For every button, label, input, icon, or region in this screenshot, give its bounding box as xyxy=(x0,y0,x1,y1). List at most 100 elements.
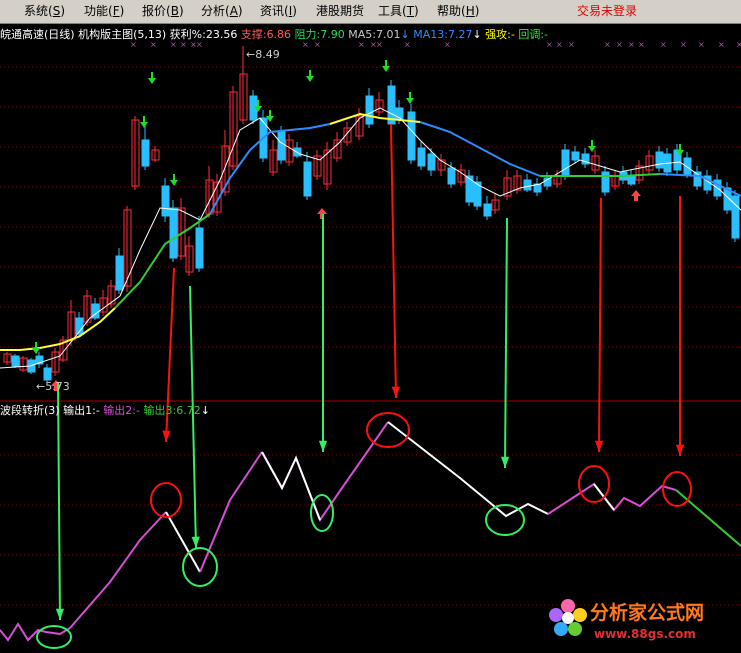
buy-signal-arrow-icon xyxy=(148,72,156,84)
kline-chart-canvas[interactable]: × × × × × × × × × × × × × × × × × × × × × × × × × xyxy=(0,24,741,653)
candle-body xyxy=(561,149,570,177)
x-marker: × xyxy=(604,40,611,49)
annotation-circle xyxy=(485,504,525,536)
annotation-arrowhead-icon xyxy=(391,386,400,398)
candle-body xyxy=(169,207,178,259)
candle-body xyxy=(571,151,580,161)
annotation-circle xyxy=(662,471,692,507)
sub-chart-header: 波段转折(3) 输出1:- 输出2:- 输出3:6.72↓ xyxy=(0,404,210,417)
x-marker: × xyxy=(170,40,177,49)
stock-title[interactable]: 皖通高速(日线) xyxy=(0,28,75,41)
out3-label: 输出3: xyxy=(143,404,177,417)
main-chart-header: 皖通高速(日线) 机构版主图(5,13) 获利%:23.56 支撑:6.86 阻… xyxy=(0,28,548,41)
menu-item-hk-futures[interactable]: 港股期货 xyxy=(316,4,364,19)
support-label: 支撑: xyxy=(240,28,267,41)
annotation-arrow-line xyxy=(390,123,397,399)
annotation-arrowhead-icon xyxy=(55,608,65,620)
x-marker: × xyxy=(404,40,411,49)
annotation-arrowhead-icon xyxy=(594,440,604,452)
flower-logo-icon xyxy=(549,599,587,636)
ma5-down-arrow-icon: ↓ xyxy=(400,28,410,41)
x-marker: × xyxy=(546,40,553,49)
annotation-arrow-line xyxy=(189,285,197,549)
x-marker: × xyxy=(444,40,451,49)
ma5-line xyxy=(0,107,741,369)
annotation-arrow-line xyxy=(57,381,61,621)
candle-body xyxy=(161,185,170,217)
out1-label: 输出1: xyxy=(63,404,96,417)
candle-body xyxy=(407,111,416,161)
sell-signal-arrow-icon xyxy=(631,190,641,201)
annotation-arrowhead-icon xyxy=(675,444,685,456)
buy-signal-arrow-icon xyxy=(406,92,414,104)
zigzag-up-1 xyxy=(69,511,167,629)
candle-body xyxy=(447,167,456,185)
profit-label: 获利%: xyxy=(169,28,206,41)
buy-signal-arrow-icon xyxy=(306,70,314,82)
menu-item-tools[interactable]: 工具(T) xyxy=(378,4,419,19)
watermark: 分析家公式网 www.88gs.com xyxy=(548,596,738,650)
x-marker: × xyxy=(698,40,705,49)
out1-value: - xyxy=(95,404,100,417)
candle-body xyxy=(115,255,124,291)
x-marker: × xyxy=(130,40,137,49)
candle-body xyxy=(365,95,374,125)
x-marker: × xyxy=(680,40,687,49)
x-marker: × xyxy=(736,40,741,49)
pullback-label: 回调: xyxy=(518,28,545,41)
x-marker: × xyxy=(628,40,635,49)
strong-attack-value: - xyxy=(510,28,515,41)
trade-login-status[interactable]: 交易未登录 xyxy=(577,4,637,19)
annotation-arrow-line xyxy=(504,217,508,469)
out2-label: 输出2: xyxy=(103,404,137,417)
candle-body xyxy=(417,147,426,167)
x-marker: × xyxy=(180,40,187,49)
candle-body xyxy=(43,367,52,381)
candle-body xyxy=(427,153,436,171)
menu-item-system[interactable]: 系统(S) xyxy=(24,4,65,19)
sub-indicator-name[interactable]: 波段转折(3) xyxy=(0,404,60,417)
annotation-arrowhead-icon xyxy=(191,536,200,548)
zigzag-up-3 xyxy=(547,482,677,515)
annotation-circle xyxy=(150,482,182,518)
out3-value: 6.72 xyxy=(176,404,201,417)
x-marker: × xyxy=(196,40,203,49)
low-price-label: ←5.73 xyxy=(36,380,70,393)
x-marker: × xyxy=(568,40,575,49)
x-marker: × xyxy=(616,40,623,49)
buy-signal-arrow-icon xyxy=(140,116,148,128)
support-value: 6.86 xyxy=(266,28,292,41)
zigzag-end xyxy=(675,489,741,547)
candle-body xyxy=(627,175,636,185)
x-marker: × xyxy=(376,40,383,49)
pullback-value: - xyxy=(544,28,549,41)
profit-value: 23.56 xyxy=(205,28,238,41)
ma5-value: 7.01 xyxy=(376,28,401,41)
annotation-arrowhead-icon xyxy=(318,440,328,452)
candle-body xyxy=(277,131,286,161)
annotation-arrow-line xyxy=(598,197,602,453)
menu-item-info[interactable]: 资讯(I) xyxy=(260,4,297,19)
menu-item-help[interactable]: 帮助(H) xyxy=(437,4,479,19)
candle-body xyxy=(195,227,204,269)
annotation-circle xyxy=(36,625,72,649)
chart-area[interactable]: × × × × × × × × × × × × × × × × × × × × × × × × × 皖通高速(日线) 机构版主图… xyxy=(0,24,741,653)
main-indicator-name[interactable]: 机构版主图(5,13) xyxy=(78,28,166,41)
menu-bar: 系统(S) 功能(F) 报价(B) 分析(A) 资讯(I) 港股期货 工具(T)… xyxy=(0,0,741,24)
high-price-label: ←8.49 xyxy=(246,48,280,61)
x-marker: × xyxy=(556,40,563,49)
menu-item-quote[interactable]: 报价(B) xyxy=(142,4,184,19)
ma13-line-yellow2 xyxy=(329,112,421,125)
x-marker: × xyxy=(660,40,667,49)
candle-body xyxy=(11,355,20,367)
candle-body xyxy=(303,161,312,197)
x-marker: × xyxy=(302,40,309,49)
zigzag-up-2 xyxy=(199,451,263,573)
ma5-label: MA5: xyxy=(348,28,377,41)
annotation-circle xyxy=(182,547,218,587)
menu-item-analysis[interactable]: 分析(A) xyxy=(201,4,243,19)
x-marker: × xyxy=(358,40,365,49)
menu-item-function[interactable]: 功能(F) xyxy=(84,4,124,19)
strong-attack-label: 强攻: xyxy=(485,28,511,41)
annotation-circle xyxy=(310,494,334,532)
